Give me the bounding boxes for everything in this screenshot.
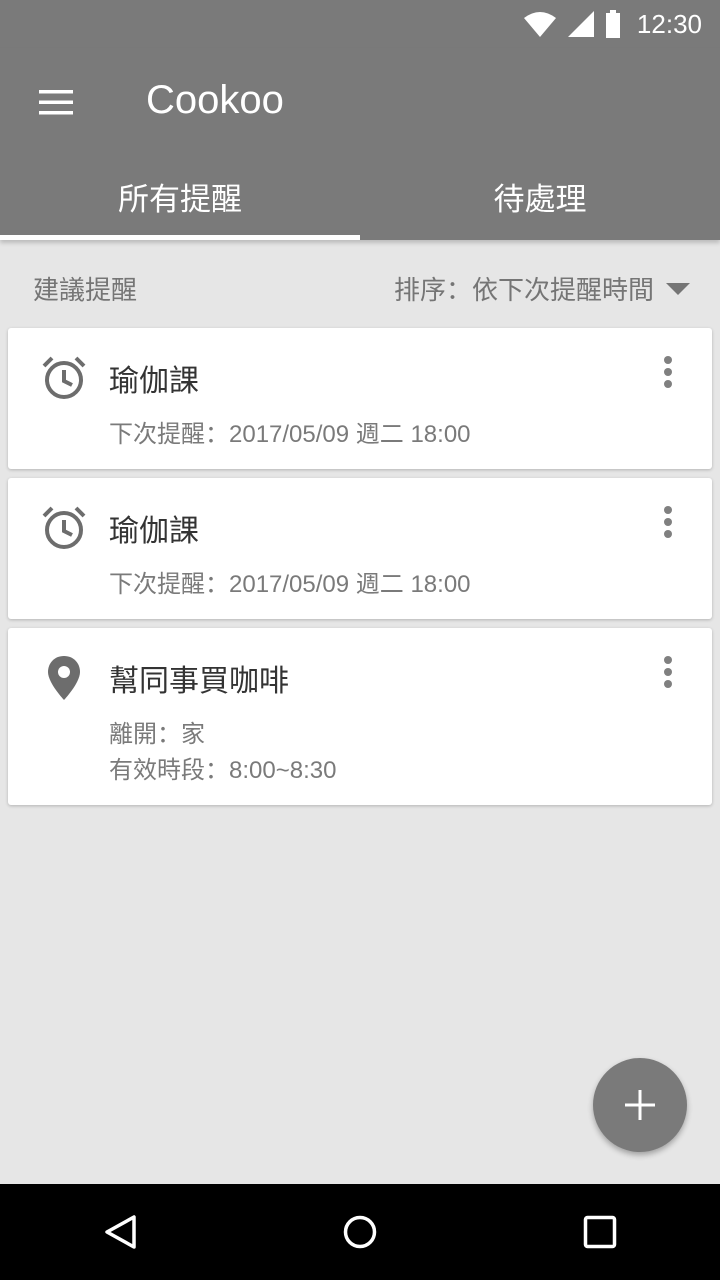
wifi-icon <box>523 12 556 37</box>
alarm-clock-icon <box>42 356 86 399</box>
sort-dropdown[interactable]: 排序：依下次提醒時間 <box>394 270 690 307</box>
more-options-icon[interactable] <box>654 352 682 392</box>
menu-button[interactable] <box>24 70 88 134</box>
suggested-reminders-label: 建議提醒 <box>33 276 138 306</box>
tab-all-reminders[interactable]: 所有提醒 <box>0 152 360 240</box>
back-icon <box>105 1215 136 1249</box>
sort-label: 排序：依下次提醒時間 <box>393 276 654 306</box>
reminder-card[interactable]: 瑜伽課 下次提醒：2017/05/09 週二 18:00 <box>8 478 712 619</box>
app-title: Cookoo <box>146 78 284 122</box>
battery-icon <box>605 10 620 38</box>
list-subheader: 建議提醒 排序：依下次提醒時間 <box>0 262 720 310</box>
home-button[interactable] <box>315 1187 405 1277</box>
reminder-valid-period: 有效時段：8:00~8:30 <box>109 757 337 784</box>
reminder-next-time: 下次提醒：2017/05/09 週二 18:00 <box>109 571 471 598</box>
more-options-icon[interactable] <box>654 652 682 692</box>
reminder-next-time: 下次提醒：2017/05/09 週二 18:00 <box>109 421 471 448</box>
status-time: 12:30 <box>636 8 702 39</box>
reminder-title: 瑜伽課 <box>109 514 199 549</box>
location-pin-icon <box>48 656 80 700</box>
tab-label: 待處理 <box>493 181 587 218</box>
recents-icon <box>583 1215 617 1249</box>
tab-bar: 所有提醒 待處理 <box>0 152 720 240</box>
home-icon <box>343 1215 377 1249</box>
status-bar: 12:30 <box>0 0 720 48</box>
tab-pending[interactable]: 待處理 <box>360 152 720 240</box>
alarm-clock-icon <box>42 506 86 549</box>
reminder-title: 幫同事買咖啡 <box>109 664 289 699</box>
back-button[interactable] <box>75 1187 165 1277</box>
system-nav-bar <box>0 1184 720 1280</box>
reminder-card[interactable]: 瑜伽課 下次提醒：2017/05/09 週二 18:00 <box>8 328 712 469</box>
signal-icon <box>567 11 594 37</box>
tab-label: 所有提醒 <box>118 181 242 218</box>
reminder-title: 瑜伽課 <box>109 364 199 399</box>
add-reminder-button[interactable] <box>593 1058 687 1152</box>
dropdown-arrow-icon <box>666 282 690 295</box>
reminder-card[interactable]: 幫同事買咖啡 離開：家 有效時段：8:00~8:30 <box>8 628 712 805</box>
app-bar: Cookoo 所有提醒 待處理 <box>0 48 720 240</box>
plus-icon <box>625 1090 655 1120</box>
more-options-icon[interactable] <box>654 502 682 542</box>
recents-button[interactable] <box>555 1187 645 1277</box>
reminder-leave-location: 離開：家 <box>109 721 205 748</box>
hamburger-menu-icon <box>39 90 73 115</box>
